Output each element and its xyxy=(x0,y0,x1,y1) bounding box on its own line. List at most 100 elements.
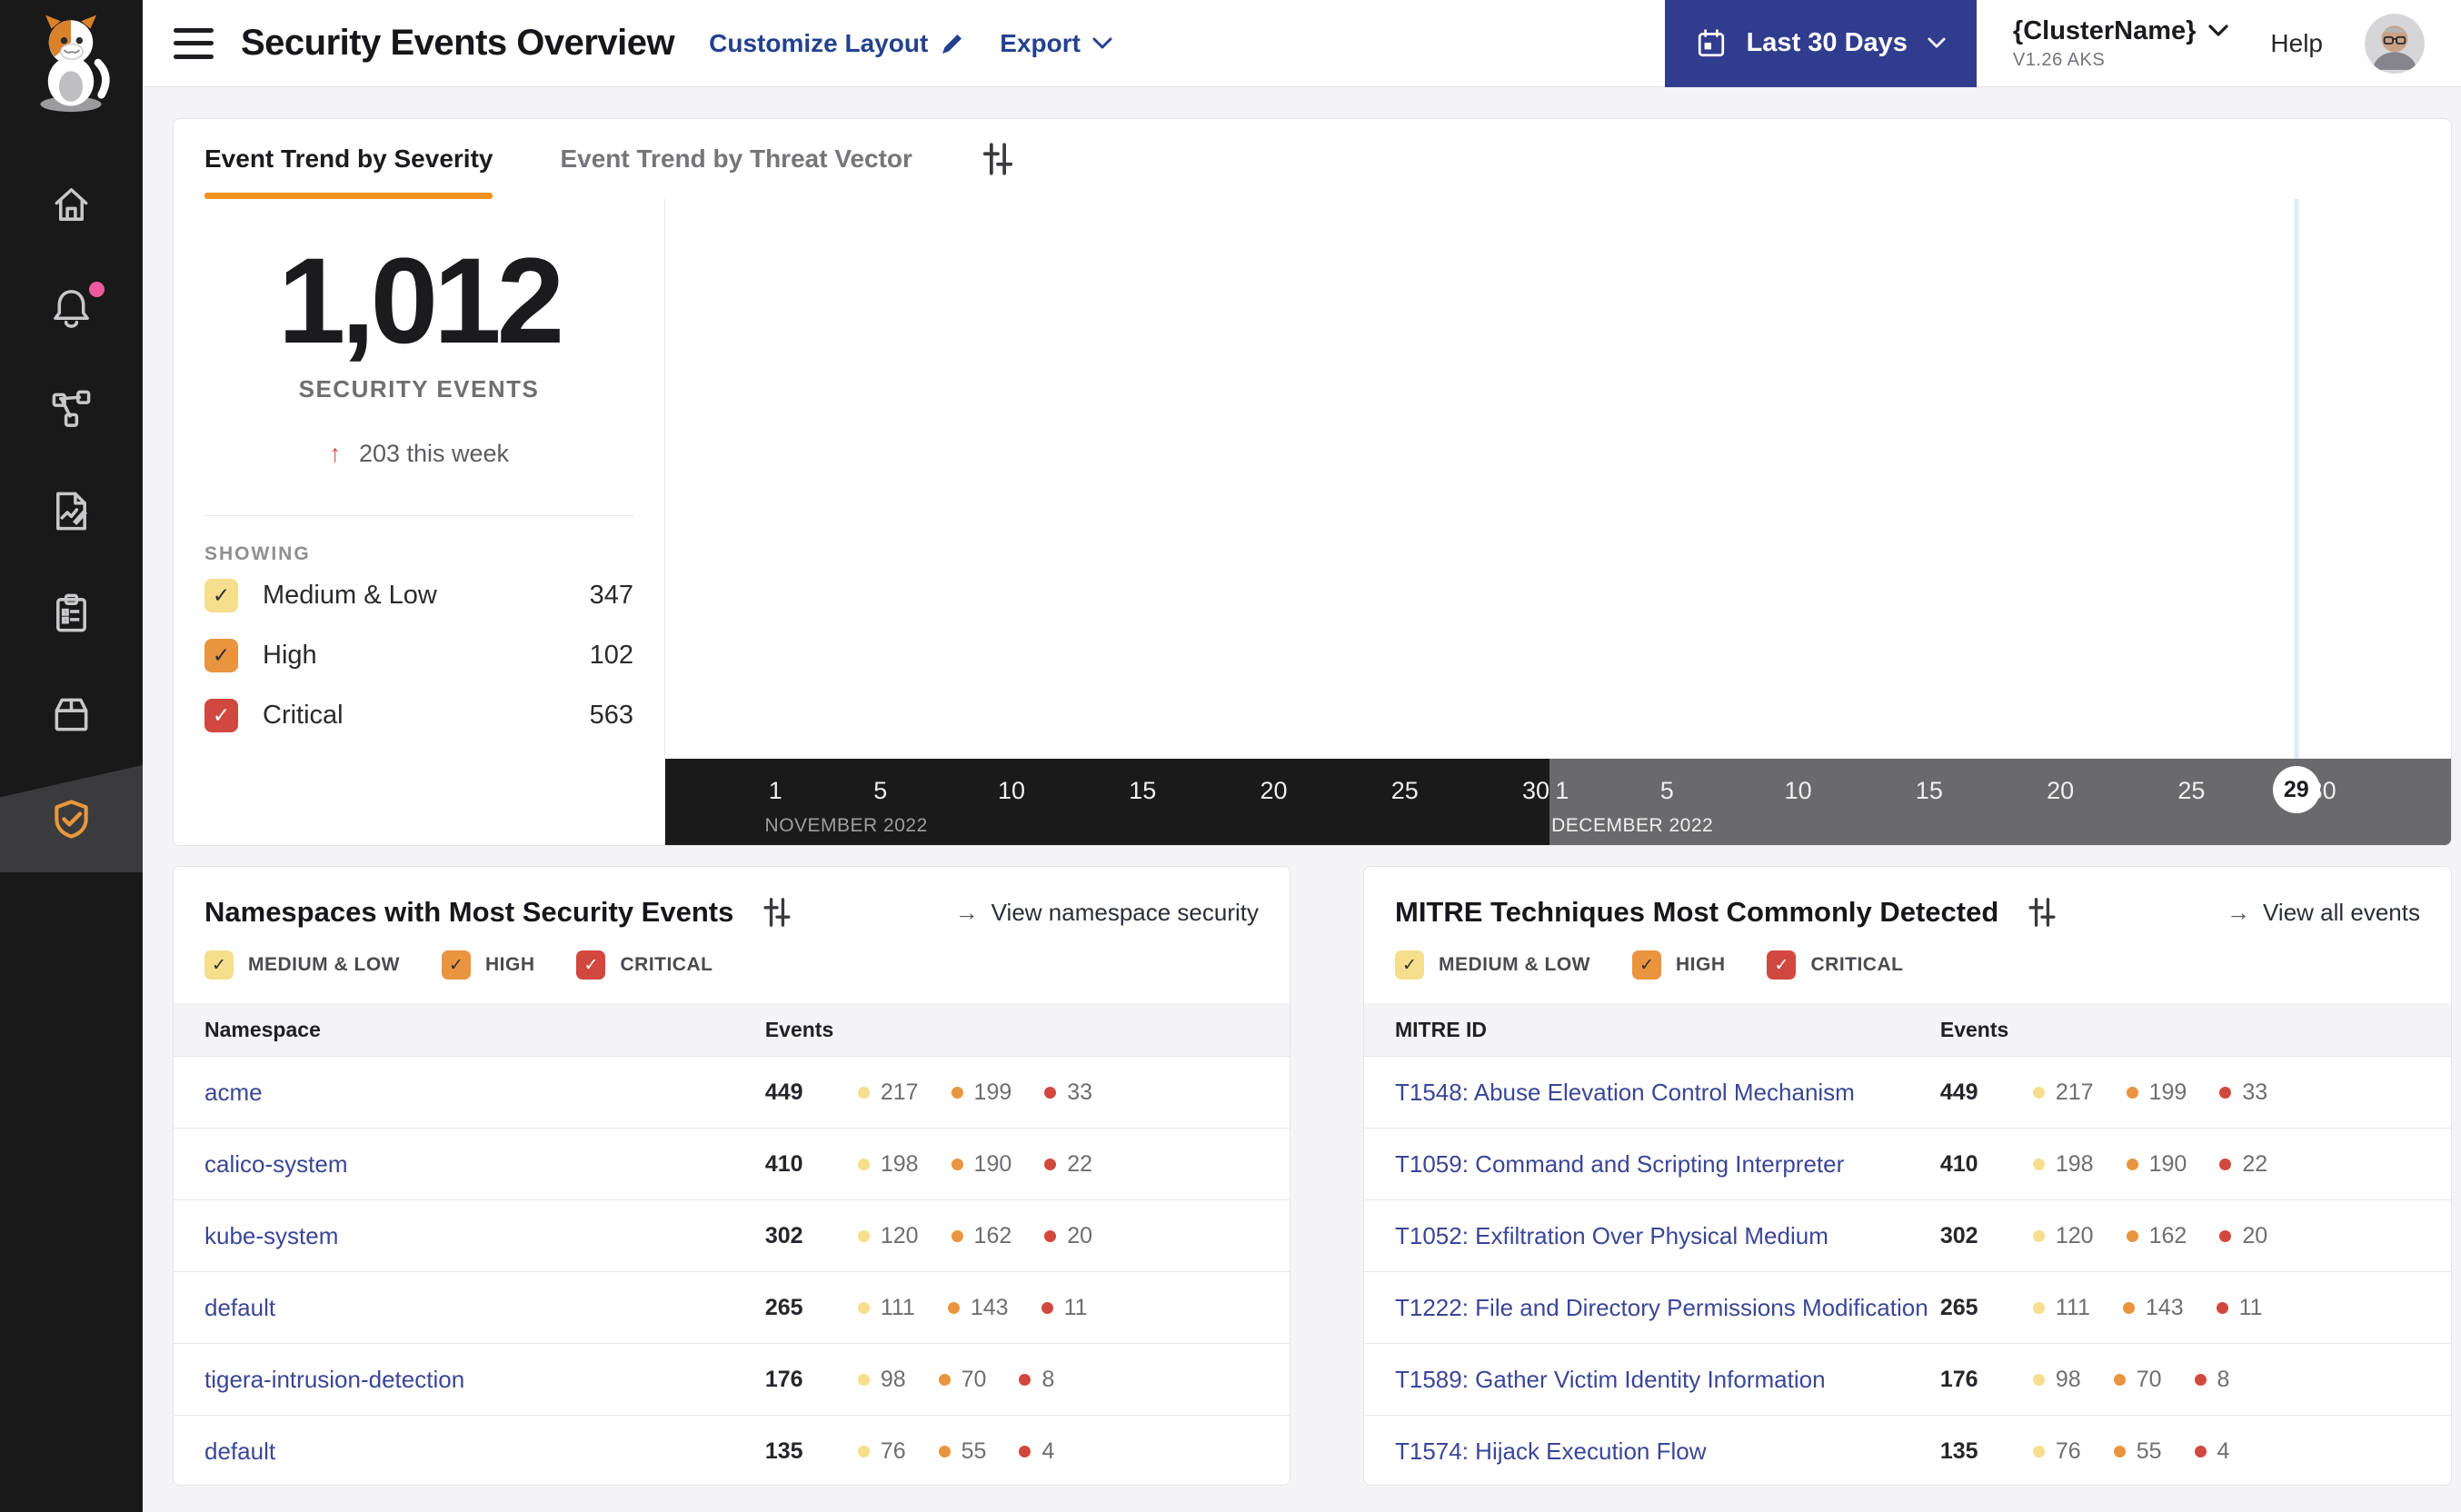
event-trend-card: Event Trend by Severity Event Trend by T… xyxy=(173,118,2452,846)
namespace-link[interactable]: kube-system xyxy=(174,1222,765,1250)
medium-low-dot-icon xyxy=(2032,1373,2045,1386)
cluster-selector[interactable]: {ClusterName} V1.26 AKS xyxy=(2013,16,2229,71)
events-medium-low-value: 76 xyxy=(2055,1437,2081,1464)
sidebar-item-workloads[interactable] xyxy=(0,663,143,765)
events-medium-low: 76 xyxy=(2032,1437,2081,1465)
filter-chip-checkbox[interactable]: ✓ xyxy=(1631,950,1661,980)
events-total: 410 xyxy=(764,1150,803,1177)
filter-chip: ✓ MEDIUM & LOW xyxy=(204,950,400,980)
x-axis-tick: 15 xyxy=(1129,777,1157,804)
bar-day-5[interactable] xyxy=(2273,199,2451,759)
mitre-settings-icon[interactable] xyxy=(2026,896,2058,929)
sidebar-item-compliance[interactable] xyxy=(0,562,143,663)
events-high-value: 190 xyxy=(973,1150,1012,1177)
high-dot-icon xyxy=(938,1373,951,1386)
high-dot-icon xyxy=(2126,1229,2138,1242)
sidebar-item-alerts[interactable] xyxy=(0,256,143,358)
menu-icon[interactable] xyxy=(174,27,214,59)
mitre-id-link[interactable]: T1222: File and Directory Permissions Mo… xyxy=(1364,1294,1940,1322)
mitre-id-link[interactable]: T1059: Command and Scripting Interpreter xyxy=(1364,1150,1940,1179)
filter-chip-checkbox[interactable]: ✓ xyxy=(1395,950,1424,980)
help-link[interactable]: Help xyxy=(2270,29,2323,58)
events-high: 162 xyxy=(2126,1223,2187,1249)
tab-event-trend-by-threat-vector[interactable]: Event Trend by Threat Vector xyxy=(560,119,912,199)
date-range-button[interactable]: Last 30 Days xyxy=(1664,0,1977,87)
high-dot-icon xyxy=(2126,1086,2138,1099)
events-medium-low: 98 xyxy=(2032,1366,2081,1393)
severity-filter-row: ✓ Medium & Low 347 xyxy=(204,565,633,625)
customize-layout-link[interactable]: Customize Layout xyxy=(709,29,965,58)
events-critical-value: 4 xyxy=(2217,1437,2230,1464)
events-total: 302 xyxy=(764,1222,803,1248)
x-axis-tick: 25 xyxy=(1390,777,1419,804)
sidebar-item-policies[interactable] xyxy=(0,460,143,562)
namespace-link[interactable]: acme xyxy=(174,1079,765,1107)
x-axis-band: 1 5 10 15 20 25 30 1 5 10 15 20 25 30 NOVEMBER 2022 DEC… xyxy=(665,759,2451,845)
critical-dot-icon xyxy=(1019,1445,1031,1457)
namespace-link[interactable]: tigera-intrusion-detection xyxy=(174,1366,765,1394)
export-menu[interactable]: Export xyxy=(1000,29,1112,58)
severity-checkbox[interactable]: ✓ xyxy=(204,638,238,672)
medium-low-dot-icon xyxy=(2032,1158,2045,1170)
table-row: kube-system 302 120 162 20 xyxy=(174,1199,1290,1271)
events-critical-value: 11 xyxy=(2238,1294,2263,1320)
table-row: T1059: Command and Scripting Interpreter… xyxy=(1364,1128,2451,1199)
events-high: 162 xyxy=(951,1222,1012,1249)
filter-chip-checkbox[interactable]: ✓ xyxy=(576,950,606,980)
namespace-link[interactable]: calico-system xyxy=(174,1150,765,1179)
calendar-icon xyxy=(1698,28,1724,56)
month-label: NOVEMBER 2022 xyxy=(764,815,928,836)
events-critical: 22 xyxy=(2219,1151,2267,1178)
critical-dot-icon xyxy=(1041,1301,1053,1314)
bar-day-3[interactable] xyxy=(1518,199,1895,759)
bar-day-1[interactable] xyxy=(762,199,1140,759)
events-critical: 20 xyxy=(2219,1223,2267,1249)
bar-day-4[interactable] xyxy=(1895,199,2272,759)
events-high: 70 xyxy=(2113,1367,2162,1393)
mitre-id-link[interactable]: T1052: Exfiltration Over Physical Medium xyxy=(1364,1222,1940,1250)
user-avatar[interactable] xyxy=(2365,13,2425,74)
notification-dot xyxy=(89,282,105,297)
events-medium-low-value: 76 xyxy=(880,1437,906,1464)
mitre-id-link[interactable]: T1574: Hijack Execution Flow xyxy=(1364,1437,1940,1466)
x-axis-tick: 1 xyxy=(768,777,782,804)
view-all-events-link[interactable]: → View all events xyxy=(2227,899,2420,927)
namespaces-card: Namespaces with Most Security Events → V… xyxy=(173,866,1290,1486)
filter-chip: ✓ HIGH xyxy=(441,950,535,980)
tab-event-trend-by-severity[interactable]: Event Trend by Severity xyxy=(204,119,493,199)
trend-settings-icon[interactable] xyxy=(980,141,1016,177)
filter-chip-checkbox[interactable]: ✓ xyxy=(1767,950,1797,980)
events-high: 199 xyxy=(951,1079,1011,1106)
events-medium-low-value: 120 xyxy=(880,1222,919,1248)
critical-dot-icon xyxy=(1019,1373,1031,1386)
severity-checkbox[interactable]: ✓ xyxy=(204,698,238,732)
bar-day-2[interactable] xyxy=(1140,199,1517,759)
events-critical-value: 8 xyxy=(1041,1366,1055,1392)
sidebar-item-service-graph[interactable] xyxy=(0,358,143,460)
high-dot-icon xyxy=(2113,1445,2126,1457)
filter-chip-checkbox[interactable]: ✓ xyxy=(204,950,234,980)
events-total: 135 xyxy=(1939,1437,1978,1464)
namespaces-settings-icon[interactable] xyxy=(761,896,793,929)
events-high-value: 143 xyxy=(2145,1294,2184,1320)
events-cell: 410 198 190 22 xyxy=(765,1151,1092,1178)
events-medium-low: 120 xyxy=(857,1222,919,1249)
namespace-link[interactable]: default xyxy=(174,1437,765,1466)
document-edit-icon xyxy=(56,492,88,530)
severity-filter-label: Medium & Low xyxy=(263,580,437,610)
mitre-id-link[interactable]: T1589: Gather Victim Identity Informatio… xyxy=(1364,1366,1940,1394)
events-medium-low-value: 98 xyxy=(2055,1366,2081,1392)
namespace-link[interactable]: default xyxy=(174,1294,765,1322)
sidebar-item-home[interactable] xyxy=(0,154,143,256)
events-high-value: 162 xyxy=(973,1222,1012,1248)
severity-checkbox[interactable]: ✓ xyxy=(204,578,238,612)
filter-chip-checkbox[interactable]: ✓ xyxy=(441,950,471,980)
view-namespace-security-link[interactable]: → View namespace security xyxy=(955,899,1259,927)
events-high-value: 143 xyxy=(970,1294,1009,1320)
mitre-id-link[interactable]: T1548: Abuse Elevation Control Mechanism xyxy=(1364,1079,1940,1107)
selected-day-badge[interactable]: 29 xyxy=(2272,766,2320,813)
events-critical-value: 20 xyxy=(2242,1222,2268,1248)
severity-trend-chart[interactable]: 1 5 10 15 20 25 30 1 5 10 15 20 25 30 NOVEMBER 2022 DEC… xyxy=(665,199,2451,845)
events-medium-low-value: 217 xyxy=(880,1079,919,1105)
sidebar-item-threat-defense[interactable] xyxy=(0,765,143,872)
